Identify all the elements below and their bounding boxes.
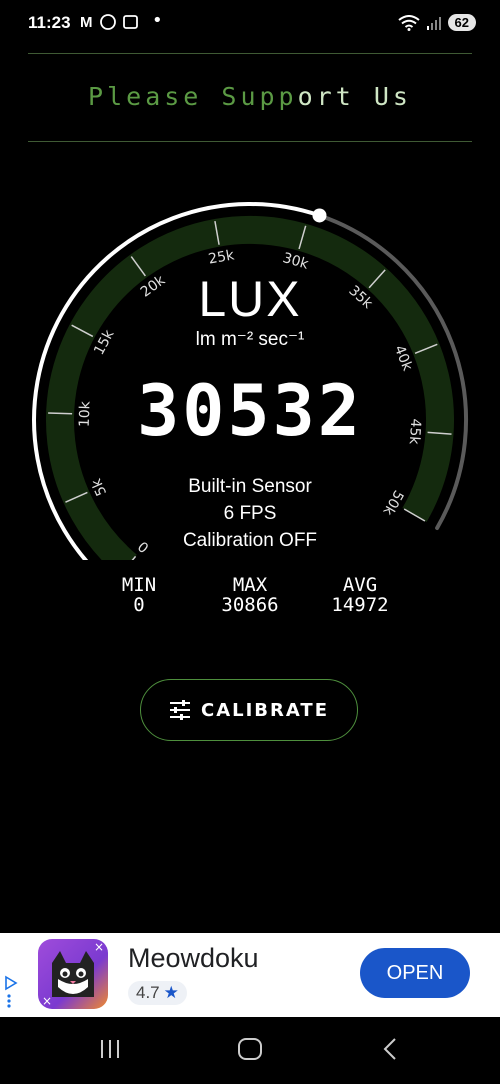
battery-indicator: 62 xyxy=(447,14,476,31)
stat-avg-label: AVG xyxy=(342,574,378,596)
unit-title: LUX xyxy=(198,271,302,327)
signal-icon xyxy=(426,16,441,30)
gauge-tick-label: 25k xyxy=(207,247,236,267)
ad-rating-value: 4.7 xyxy=(136,983,160,1002)
stat-avg: AVG 14972 xyxy=(300,575,420,615)
sensor-label: Built-in Sensor xyxy=(188,476,312,497)
ad-open-button[interactable]: OPEN xyxy=(360,948,470,998)
ad-banner[interactable]: × × Meowdoku 4.7 ★ OPEN xyxy=(0,933,500,1017)
system-nav-bar xyxy=(0,1017,500,1084)
wifi-icon xyxy=(397,14,420,31)
stat-min: MIN 0 xyxy=(79,575,199,615)
star-icon: ★ xyxy=(163,983,179,1002)
support-text-1: Please Supp xyxy=(88,82,298,111)
svg-text:×: × xyxy=(94,940,104,954)
stat-min-value: 0 xyxy=(133,594,145,616)
divider-bottom xyxy=(28,141,472,142)
svg-text:×: × xyxy=(42,994,52,1008)
notification-icons: M xyxy=(80,13,146,35)
sliders-icon xyxy=(170,700,190,720)
calibrate-button[interactable]: CALIBRATE xyxy=(140,679,358,741)
ad-choices-icon[interactable] xyxy=(4,975,18,1009)
stat-min-label: MIN xyxy=(121,574,157,596)
support-banner[interactable]: Please Support Us xyxy=(0,82,500,111)
stat-avg-value: 14972 xyxy=(331,594,389,616)
support-text-2: ort Us xyxy=(297,82,412,111)
calibrate-label: CALIBRATE xyxy=(201,699,329,721)
unit-subtitle: lm m⁻² sec⁻¹ xyxy=(195,329,305,350)
recent-apps-icon[interactable] xyxy=(98,1037,122,1061)
svg-text:M: M xyxy=(80,14,95,31)
ad-app-icon[interactable]: × × xyxy=(38,939,108,1009)
gauge-knob xyxy=(312,208,327,223)
fps-label: 6 FPS xyxy=(223,503,277,524)
ad-rating: 4.7 ★ xyxy=(128,981,187,1005)
home-icon[interactable] xyxy=(237,1037,263,1061)
status-bar: 11:23 M • 62 xyxy=(0,0,500,50)
back-icon[interactable] xyxy=(380,1037,400,1061)
battery-level: 62 xyxy=(454,15,469,30)
lux-reading: 30532 xyxy=(137,370,363,452)
stat-max-label: MAX xyxy=(232,574,268,596)
ad-title[interactable]: Meowdoku xyxy=(128,943,259,974)
stat-max: MAX 30866 xyxy=(190,575,310,615)
status-time: 11:23 xyxy=(28,13,71,32)
notification-dot: • xyxy=(152,10,163,31)
calibration-status: Calibration OFF xyxy=(182,530,318,551)
divider-top xyxy=(28,53,472,54)
stat-max-value: 30866 xyxy=(221,594,279,616)
